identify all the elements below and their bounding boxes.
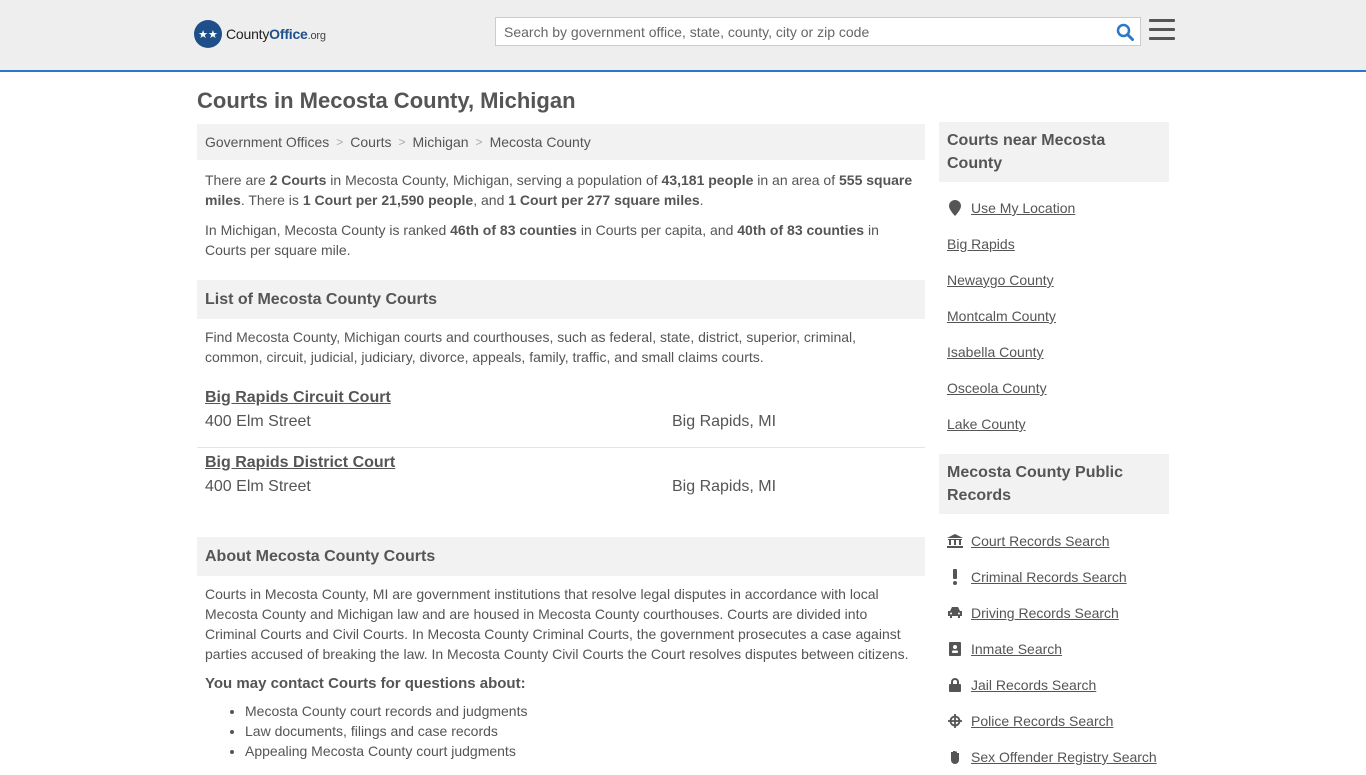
records-link[interactable]: Jail Records Search [971,677,1096,693]
nearby-link[interactable]: Newaygo County [947,272,1054,288]
records-link[interactable]: Police Records Search [971,713,1113,729]
records-item: Court Records Search [947,523,1161,559]
nearby-item: Osceola County [947,370,1161,406]
logo-text: CountyOffice.org [226,26,326,42]
breadcrumb-mecosta-county[interactable]: Mecosta County [490,134,591,150]
about-text: Courts in Mecosta County, MI are governm… [205,586,909,662]
contact-heading: You may contact Courts for questions abo… [205,675,526,692]
exclamation-icon [947,569,963,585]
use-location-item: Use My Location [947,190,1161,226]
main-content: Government Offices > Courts > Michigan >… [197,124,925,761]
logo-eagle-icon: ★★ [194,20,222,48]
nearby-link[interactable]: Montcalm County [947,308,1056,324]
courts-list-heading: List of Mecosta County Courts [197,280,925,319]
nearby-link[interactable]: Isabella County [947,344,1044,360]
list-item: Big Rapids District Court 400 Elm Street… [197,448,925,513]
crosshair-icon [947,713,963,729]
list-item: Law documents, filings and case records [245,721,925,741]
use-location-link[interactable]: Use My Location [971,200,1075,216]
records-links: Court Records Search Criminal Records Se… [939,514,1169,775]
hamburger-menu-icon[interactable] [1149,19,1175,43]
nearby-link[interactable]: Lake County [947,416,1026,432]
search-icon [1116,23,1134,41]
records-item: Sex Offender Registry Search [947,739,1161,775]
records-item: Police Records Search [947,703,1161,739]
search-button[interactable] [1110,18,1140,45]
nearby-item: Isabella County [947,334,1161,370]
intro-stats: There are 2 Courts in Mecosta County, Mi… [205,172,913,208]
breadcrumb-separator-icon: > [475,135,483,149]
nearby-item: Montcalm County [947,298,1161,334]
site-header: ★★ CountyOffice.org [0,0,1366,72]
search-input[interactable] [496,18,1110,45]
nearby-item: Lake County [947,406,1161,442]
search-bar [495,17,1141,46]
intro-ranking: In Michigan, Mecosta County is ranked 46… [205,222,879,258]
breadcrumb-courts[interactable]: Courts [350,134,391,150]
list-item: Appealing Mecosta County court judgments [245,741,925,761]
court-city: Big Rapids, MI [672,478,777,495]
records-item: Criminal Records Search [947,559,1161,595]
breadcrumb-separator-icon: > [336,135,344,149]
records-link[interactable]: Criminal Records Search [971,569,1127,585]
id-badge-icon [947,641,963,657]
nearby-item: Big Rapids [947,226,1161,262]
nearby-links: Use My Location Big Rapids Newaygo Count… [939,182,1169,442]
nearby-link[interactable]: Osceola County [947,380,1047,396]
site-logo[interactable]: ★★ CountyOffice.org [194,20,326,48]
hand-icon [947,749,963,765]
court-link[interactable]: Big Rapids Circuit Court [205,389,391,407]
courts-list: Big Rapids Circuit Court 400 Elm Street … [197,383,925,513]
contact-topics: Mecosta County court records and judgmen… [197,701,925,761]
breadcrumb: Government Offices > Courts > Michigan >… [197,124,925,160]
records-item: Inmate Search [947,631,1161,667]
records-link[interactable]: Sex Offender Registry Search [971,749,1157,765]
list-item: Big Rapids Circuit Court 400 Elm Street … [197,383,925,448]
courts-list-description: Find Mecosta County, Michigan courts and… [205,329,857,365]
court-city: Big Rapids, MI [672,413,777,430]
sidebar: Courts near Mecosta County Use My Locati… [939,122,1169,775]
court-address: 400 Elm Street [205,478,311,495]
car-icon [947,605,963,621]
nearby-item: Newaygo County [947,262,1161,298]
records-item: Jail Records Search [947,667,1161,703]
records-item: Driving Records Search [947,595,1161,631]
nearby-link[interactable]: Big Rapids [947,236,1015,252]
map-pin-icon [947,200,963,216]
records-link[interactable]: Court Records Search [971,533,1110,549]
breadcrumb-government-offices[interactable]: Government Offices [205,134,329,150]
records-link[interactable]: Inmate Search [971,641,1062,657]
court-link[interactable]: Big Rapids District Court [205,454,395,472]
lock-icon [947,677,963,693]
breadcrumb-michigan[interactable]: Michigan [413,134,469,150]
records-link[interactable]: Driving Records Search [971,605,1119,621]
page-title: Courts in Mecosta County, Michigan [197,88,576,113]
about-heading: About Mecosta County Courts [197,537,925,576]
public-records-heading: Mecosta County Public Records [939,454,1169,514]
breadcrumb-separator-icon: > [398,135,406,149]
nearby-courts-heading: Courts near Mecosta County [939,122,1169,182]
list-item: Mecosta County court records and judgmen… [245,701,925,721]
court-address: 400 Elm Street [205,413,311,430]
courthouse-icon [947,533,963,549]
